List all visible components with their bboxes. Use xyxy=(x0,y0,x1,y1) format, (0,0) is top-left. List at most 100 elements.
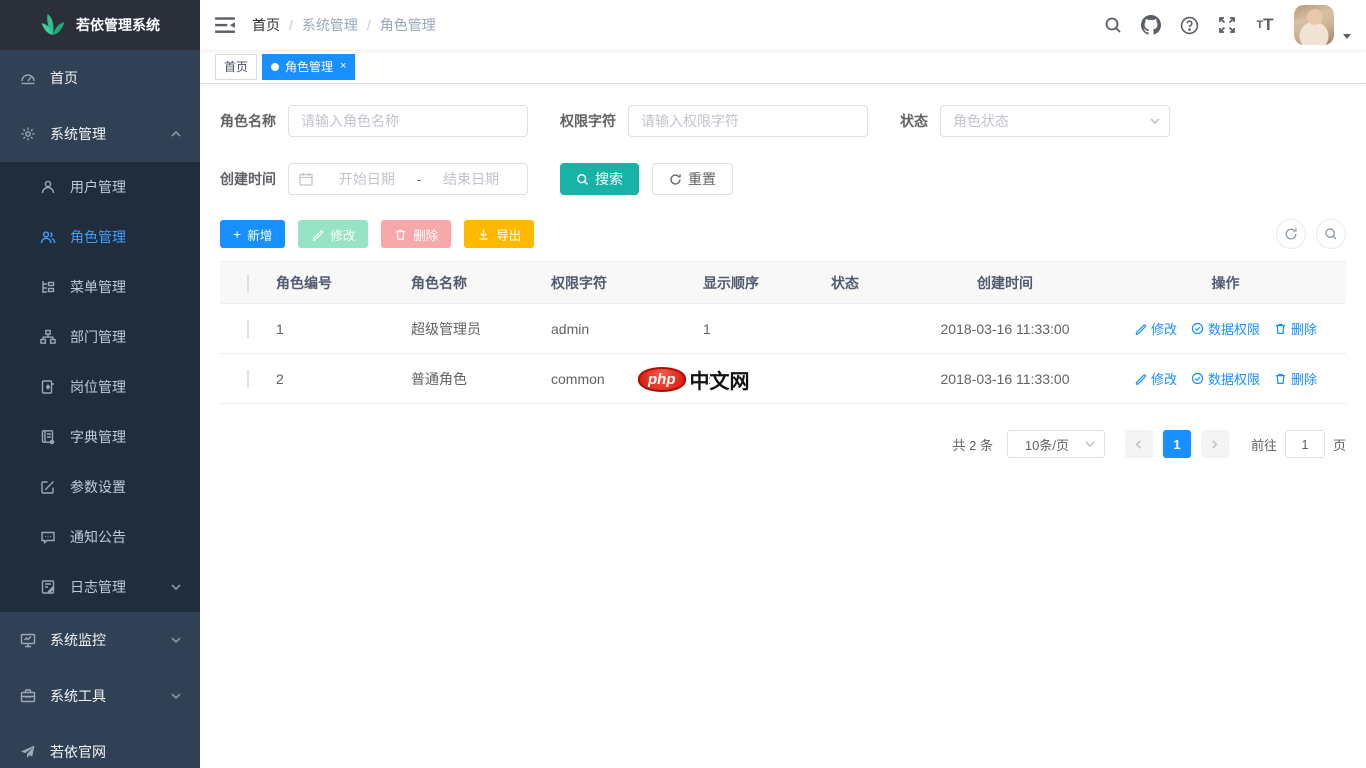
header-search-icon[interactable] xyxy=(1103,15,1123,35)
edit-button[interactable]: 修改 xyxy=(298,220,368,248)
display-order: 2 xyxy=(703,371,785,387)
col-role-name: 角色名称 xyxy=(411,273,551,293)
user-menu[interactable] xyxy=(1294,5,1352,45)
role-id: 1 xyxy=(276,321,411,337)
sidebar-item-tools[interactable]: 系统工具 xyxy=(0,668,200,724)
github-icon[interactable] xyxy=(1141,15,1161,35)
table-toolbar: + 新增 修改 删除 导出 xyxy=(220,219,1346,249)
status-select-input[interactable] xyxy=(940,105,1170,137)
sidebar-item-config[interactable]: 参数设置 xyxy=(0,462,200,512)
breadcrumb-separator: / xyxy=(367,17,371,33)
sidebar-item-depts[interactable]: 部门管理 xyxy=(0,312,200,362)
sidebar-item-system[interactable]: 系统管理 xyxy=(0,106,200,162)
col-created: 创建时间 xyxy=(905,273,1105,293)
app-logo: 若依管理系统 xyxy=(0,0,200,50)
refresh-icon xyxy=(669,173,682,186)
role-id: 2 xyxy=(276,371,411,387)
sidebar-item-label: 通知公告 xyxy=(70,527,126,547)
next-page-button[interactable] xyxy=(1201,430,1229,458)
sidebar-item-label: 用户管理 xyxy=(70,177,126,197)
tab-close-icon[interactable]: × xyxy=(340,61,346,72)
row-delete-link[interactable]: 删除 xyxy=(1274,319,1317,338)
sidebar-collapse-icon[interactable] xyxy=(214,14,236,36)
sidebar-item-label: 岗位管理 xyxy=(70,377,126,397)
refresh-table-button[interactable] xyxy=(1276,219,1306,249)
sidebar-item-monitor[interactable]: 系统监控 xyxy=(0,612,200,668)
font-size-icon[interactable]: TT xyxy=(1255,15,1275,35)
page-size-select[interactable] xyxy=(1007,430,1105,458)
display-order: 1 xyxy=(703,321,785,337)
add-button-label: 新增 xyxy=(247,225,272,244)
row-data-scope-link[interactable]: 数据权限 xyxy=(1191,319,1260,338)
tab-label: 角色管理 xyxy=(285,58,333,75)
fullscreen-icon[interactable] xyxy=(1217,15,1237,35)
sidebar-item-notices[interactable]: 通知公告 xyxy=(0,512,200,562)
table-header-row: 角色编号 角色名称 权限字符 显示顺序 状态 创建时间 操作 xyxy=(220,262,1346,304)
breadcrumb-home[interactable]: 首页 xyxy=(252,15,280,35)
docs-help-icon[interactable] xyxy=(1179,15,1199,35)
select-all-checkbox[interactable] xyxy=(247,274,249,292)
paper-plane-icon xyxy=(20,744,36,760)
row-data-scope-link[interactable]: 数据权限 xyxy=(1191,369,1260,388)
goto-page: 前往 页 xyxy=(1251,430,1346,458)
row-edit-link[interactable]: 修改 xyxy=(1134,319,1177,338)
breadcrumb-system: 系统管理 xyxy=(302,15,358,35)
tab-label: 首页 xyxy=(224,58,248,75)
avatar[interactable] xyxy=(1294,5,1334,45)
sidebar-item-label: 部门管理 xyxy=(70,327,126,347)
page-size-value[interactable] xyxy=(1007,430,1105,458)
sidebar-item-dicts[interactable]: 字典管理 xyxy=(0,412,200,462)
export-button-label: 导出 xyxy=(496,225,521,244)
org-tree-icon xyxy=(40,329,56,345)
navbar-actions: TT xyxy=(1094,5,1352,45)
dict-icon xyxy=(40,429,56,445)
sidebar-item-label: 首页 xyxy=(50,68,78,88)
sidebar-item-home[interactable]: 首页 xyxy=(0,50,200,106)
edit-icon xyxy=(40,479,56,495)
sidebar-item-logs[interactable]: 日志管理 xyxy=(0,562,200,612)
tab-home[interactable]: 首页 xyxy=(215,54,257,80)
search-button[interactable]: 搜索 xyxy=(560,163,639,195)
chevron-down-icon xyxy=(170,690,182,702)
perm-key-input[interactable] xyxy=(628,105,868,137)
pen-icon xyxy=(1134,322,1147,335)
tab-role-management[interactable]: 角色管理 × xyxy=(262,54,355,80)
search-icon xyxy=(1324,227,1338,241)
sidebar-item-menus[interactable]: 菜单管理 xyxy=(0,262,200,312)
edit-button-label: 修改 xyxy=(330,225,355,244)
status-select[interactable] xyxy=(940,105,1170,137)
sidebar-item-roles[interactable]: 角色管理 xyxy=(0,212,200,262)
message-icon xyxy=(40,529,56,545)
role-name-input[interactable] xyxy=(288,105,528,137)
system-submenu: 用户管理 角色管理 菜单管理 部门管理 xyxy=(0,162,200,612)
created-time: 2018-03-16 11:33:00 xyxy=(905,321,1105,337)
sidebar-item-official-site[interactable]: 若依官网 xyxy=(0,724,200,768)
row-checkbox[interactable] xyxy=(247,320,249,338)
reset-button[interactable]: 重置 xyxy=(652,163,733,195)
leaf-logo-icon xyxy=(40,12,66,38)
delete-button[interactable]: 删除 xyxy=(381,220,451,248)
add-button[interactable]: + 新增 xyxy=(220,220,285,248)
chevron-left-icon xyxy=(1133,439,1144,450)
page-number-active[interactable]: 1 xyxy=(1163,430,1191,458)
toggle-search-button[interactable] xyxy=(1316,219,1346,249)
goto-page-input[interactable] xyxy=(1285,430,1325,458)
log-icon xyxy=(40,579,56,595)
date-range-picker[interactable]: 开始日期 - 结束日期 xyxy=(288,163,528,195)
row-delete-link[interactable]: 删除 xyxy=(1274,369,1317,388)
sidebar-item-posts[interactable]: 岗位管理 xyxy=(0,362,200,412)
prev-page-button[interactable] xyxy=(1125,430,1153,458)
pagination: 共 2 条 1 前往 页 xyxy=(220,430,1346,458)
plus-icon: + xyxy=(233,227,241,241)
breadcrumb-role: 角色管理 xyxy=(380,15,436,35)
search-icon xyxy=(576,173,589,186)
user-icon xyxy=(40,179,56,195)
sidebar-item-users[interactable]: 用户管理 xyxy=(0,162,200,212)
total-count: 共 2 条 xyxy=(953,435,993,454)
sidebar-item-label: 系统工具 xyxy=(50,686,106,706)
export-button[interactable]: 导出 xyxy=(464,220,534,248)
tree-table-icon xyxy=(40,279,56,295)
download-icon xyxy=(477,228,490,241)
row-checkbox[interactable] xyxy=(247,370,249,388)
row-edit-link[interactable]: 修改 xyxy=(1134,369,1177,388)
